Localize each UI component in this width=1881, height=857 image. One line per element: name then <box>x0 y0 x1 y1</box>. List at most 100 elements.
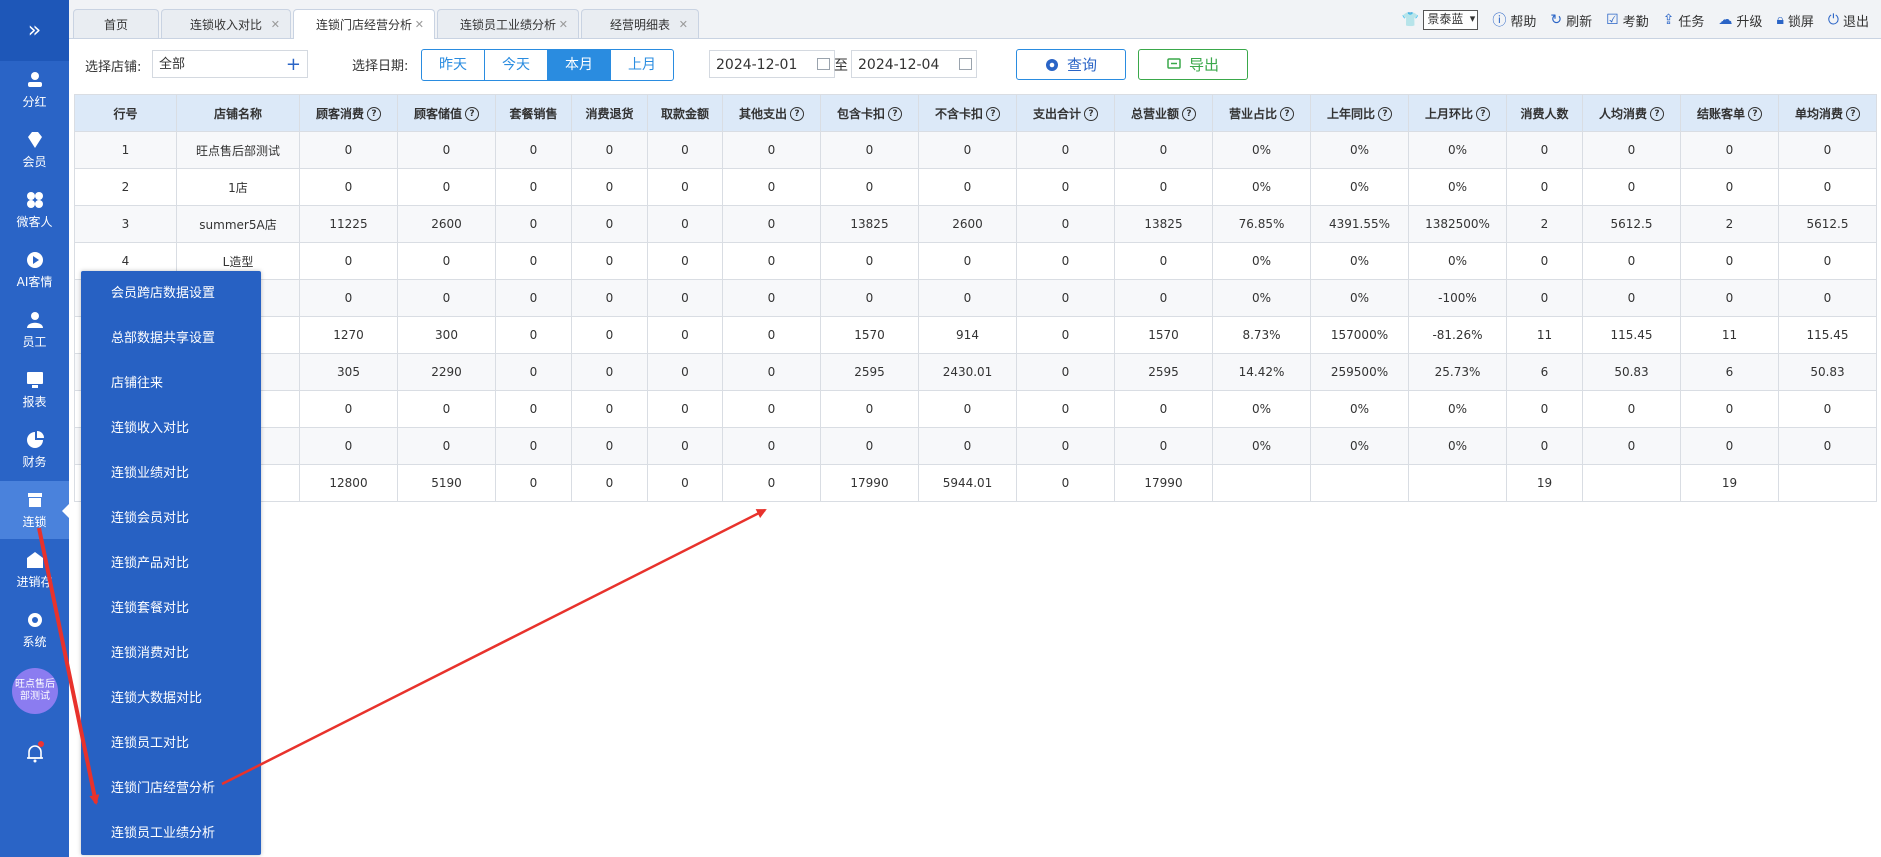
column-header-label: 其他支出 <box>738 106 787 121</box>
table-row[interactable]: 12800 5190 0 0 0 0 17990 5944.01 0 17990 19 19 <box>74 464 1877 502</box>
submenu-item[interactable]: 连锁员工对比 <box>81 721 261 766</box>
table-cell: 5612.5 <box>1582 205 1681 243</box>
sidebar-item-chain[interactable]: 连锁 <box>0 481 70 539</box>
sidebar-item-micro-guest[interactable]: 微客人 <box>0 181 69 239</box>
theme-select[interactable]: 景泰蓝 <box>1423 10 1479 30</box>
column-header: 行号 <box>74 94 177 132</box>
range-this-month-button[interactable]: 本月 <box>548 50 611 80</box>
sidebar-item-member[interactable]: 会员 <box>0 121 69 179</box>
sidebar-item-dividend[interactable]: 分红 <box>0 61 69 119</box>
column-header: 顾客消费? <box>299 94 398 132</box>
upgrade-button[interactable]: ☁ 升级 <box>1718 11 1762 30</box>
column-header: 上月环比? <box>1408 94 1507 132</box>
submenu-item[interactable]: 总部数据共享设置 <box>81 316 261 361</box>
refresh-button[interactable]: ↻ 刷新 <box>1550 11 1592 30</box>
table-cell: 2600 <box>918 205 1017 243</box>
column-header: 套餐销售 <box>495 94 572 132</box>
range-today-button[interactable]: 今天 <box>485 50 548 80</box>
tab-chain-income[interactable]: 连锁收入对比 ✕ <box>161 9 291 38</box>
attendance-button[interactable]: ☑ 考勤 <box>1606 11 1649 30</box>
table-cell: 14.42% <box>1212 353 1311 391</box>
table-cell: 1店 <box>176 168 300 206</box>
help-button[interactable]: ⓘ 帮助 <box>1492 10 1536 30</box>
table-cell: 0 <box>299 131 398 169</box>
submenu-item[interactable]: 连锁员工业绩分析 <box>81 811 261 856</box>
submenu-item[interactable]: 连锁业绩对比 <box>81 451 261 496</box>
table-cell: 1382500% <box>1408 205 1507 243</box>
upgrade-label: 升级 <box>1736 14 1763 30</box>
sidebar-toggle-button[interactable]: » <box>0 0 69 61</box>
plus-icon[interactable]: + <box>286 51 301 79</box>
table-row[interactable]: eiye3052290000025952430.010259514.42%259… <box>74 353 1877 391</box>
sidebar-item-system[interactable]: 系统 <box>0 601 69 659</box>
sidebar-item-label: 微客人 <box>16 215 53 229</box>
table-cell: 1 <box>74 131 177 169</box>
start-date-input[interactable]: 2024-12-01 <box>709 50 835 78</box>
range-last-month-button[interactable]: 上月 <box>611 50 673 80</box>
end-date-input[interactable]: 2024-12-04 <box>851 50 977 78</box>
close-icon[interactable]: ✕ <box>415 18 424 31</box>
sidebar-item-report[interactable]: 报表 <box>0 361 69 419</box>
store-select-input[interactable]: 全部 + <box>152 50 308 78</box>
help-icon[interactable]: ? <box>367 107 381 121</box>
table-row[interactable]: 3 summer5A店 11225 2600 0 0 0 0 13825 2600 0 13825 76… <box>74 205 1877 243</box>
submenu-item[interactable]: 连锁大数据对比 <box>81 676 261 721</box>
tab-chain-staff-performance[interactable]: 连锁员工业绩分析 ✕ <box>437 9 579 38</box>
table-body: 1 旺点售后部测试 0 0 0 0 0 0 0 0 0 0 0% 0% 0% 0 0 0 0 2 1店 0 0 0 0 0 0 0 0 0… <box>74 131 1877 502</box>
help-icon[interactable]: ? <box>1378 107 1392 121</box>
tab-business-detail[interactable]: 经营明细表 ✕ <box>581 9 699 38</box>
export-button[interactable]: 导出 <box>1138 49 1248 80</box>
sidebar-item-inventory[interactable]: 进销存 <box>0 541 69 599</box>
help-icon[interactable]: ? <box>1182 107 1196 121</box>
help-icon[interactable]: ? <box>1846 107 1860 121</box>
calendar-icon[interactable] <box>817 58 830 70</box>
range-yesterday-button[interactable]: 昨天 <box>422 50 485 80</box>
help-icon[interactable]: ? <box>1650 107 1664 121</box>
table-row[interactable]: 0 0 0 0 0 0 0 0 0 0 0% 0% 0% 0 0 0 0 <box>74 390 1877 428</box>
close-icon[interactable]: ✕ <box>271 18 280 31</box>
refresh-icon: ↻ <box>1550 12 1563 28</box>
help-icon[interactable]: ? <box>465 107 479 121</box>
sidebar-item-ai[interactable]: AI客情 <box>0 241 69 299</box>
table-cell: 0 <box>918 279 1017 317</box>
lock-screen-button[interactable]: 🔒︎ 锁屏 <box>1776 11 1813 30</box>
submenu-item[interactable]: 连锁会员对比 <box>81 496 261 541</box>
help-icon[interactable]: ? <box>1748 107 1762 121</box>
help-icon[interactable]: ? <box>1280 107 1294 121</box>
help-icon[interactable]: ? <box>1084 107 1098 121</box>
help-icon[interactable]: ? <box>1476 107 1490 121</box>
column-header: 包含卡扣? <box>820 94 919 132</box>
submenu-item[interactable]: 连锁产品对比 <box>81 541 261 586</box>
help-icon[interactable]: ? <box>986 107 1000 121</box>
top-toolbar: 👕 景泰蓝 ⓘ帮助 ↻刷新 ☑考勤 ⇪任务 ☁升级 🔒︎锁屏 ⏻退出 <box>1402 10 1869 30</box>
table-cell <box>1408 464 1507 502</box>
submenu-item[interactable]: 会员跨店数据设置 <box>81 271 261 316</box>
query-button[interactable]: 查询 <box>1016 49 1126 80</box>
theme-switcher[interactable]: 👕 景泰蓝 <box>1402 10 1479 30</box>
table-cell: 0 <box>299 242 398 280</box>
task-button[interactable]: ⇪ 任务 <box>1663 11 1705 30</box>
sidebar-item-finance[interactable]: 财务 <box>0 421 69 479</box>
help-icon[interactable]: ? <box>888 107 902 121</box>
tab-chain-store-analysis[interactable]: 连锁门店经营分析 ✕ <box>293 9 435 39</box>
submenu-item[interactable]: 店铺往来 <box>81 361 261 406</box>
table-row[interactable]: 1 旺点售后部测试 0 0 0 0 0 0 0 0 0 0 0% 0% 0% 0 0 0 0 <box>74 131 1877 169</box>
close-icon[interactable]: ✕ <box>559 18 568 31</box>
table-row[interactable]: 2 1店 0 0 0 0 0 0 0 0 0 0 0% 0% 0% 0 0 0 0 <box>74 168 1877 206</box>
submenu-item[interactable]: 连锁消费对比 <box>81 631 261 676</box>
table-row[interactable]: 4 L造型 0 0 0 0 0 0 0 0 0 0 0% 0% 0% 0 0 0 0 <box>74 242 1877 280</box>
calendar-icon[interactable] <box>959 58 972 70</box>
table-row[interactable]: 吉00000000000%0%0%0000 <box>74 427 1877 465</box>
sidebar-item-label: 员工 <box>22 335 47 349</box>
help-icon[interactable]: ? <box>790 107 804 121</box>
logout-button[interactable]: ⏻ 退出 <box>1828 11 1869 30</box>
table-row[interactable]: 间00000000000%0%-100%0000 <box>74 279 1877 317</box>
avatar[interactable]: 旺点售后部测试 <box>12 668 58 714</box>
submenu-item[interactable]: 连锁收入对比 <box>81 406 261 451</box>
submenu-item[interactable]: 连锁门店经营分析 <box>81 766 261 811</box>
tab-home[interactable]: 首页 <box>73 9 159 38</box>
submenu-item[interactable]: 连锁套餐对比 <box>81 586 261 631</box>
close-icon[interactable]: ✕ <box>679 18 688 31</box>
sidebar-item-staff[interactable]: 员工 <box>0 301 69 359</box>
table-row[interactable]: 1270 300 0 0 0 0 1570 914 0 1570 8.73% 157000% -81.2… <box>74 316 1877 354</box>
